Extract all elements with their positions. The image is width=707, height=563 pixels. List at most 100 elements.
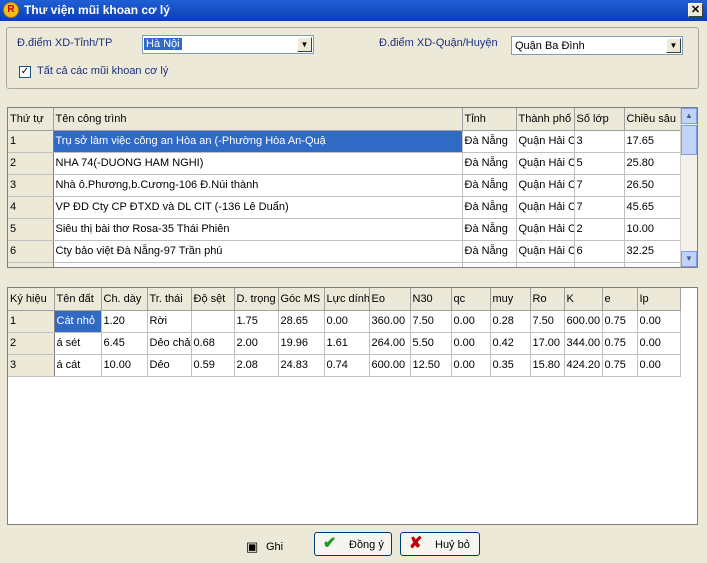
layer-cell[interactable]: 2: [8, 332, 55, 355]
layer-cell[interactable]: 2.00: [234, 332, 279, 355]
city[interactable]: Quận Hải C: [516, 218, 575, 241]
layer-cell[interactable]: 0.75: [602, 310, 638, 333]
table-row[interactable]: 2á sét6.45Dẻo chảy0.682.0019.961.61264.0…: [8, 332, 681, 355]
layer-cell[interactable]: 10.00: [101, 354, 148, 377]
table-row[interactable]: 1 Cát nhỏ 1.20 Rời 1.75 28.65 0.00 360.00 7.50 0.…: [8, 310, 681, 333]
close-button[interactable]: ✕: [688, 3, 703, 17]
layer-cell[interactable]: 1.20: [101, 310, 148, 333]
layers-col-header[interactable]: Ch. dày: [101, 288, 148, 311]
project-name[interactable]: NHA 74(-DUONG HAM NGHI): [53, 152, 463, 175]
project-name[interactable]: Cty bảo việt Đà Nẵng-97 Trần phú: [53, 240, 463, 263]
layer-cell[interactable]: 0.75: [602, 354, 638, 377]
table-row[interactable]: 3á cát 10.00 Dẻo 0.59 2.08 24.83 0.74 600.00 12.…: [8, 354, 681, 377]
province[interactable]: Đà Nẵng: [462, 130, 517, 153]
table-row[interactable]: 6 Cty bảo việt Đà Nẵng-97 Trần phú Đà Nẵng…: [8, 240, 683, 263]
layer-cell[interactable]: 1: [8, 310, 55, 333]
row-number[interactable]: 6: [8, 240, 54, 263]
layer-count[interactable]: 7: [574, 174, 625, 197]
table-row[interactable]: 2 NHA 74(-DUONG HAM NGHI) Đà Nẵng Quận Hải …: [8, 152, 683, 175]
project-name[interactable]: Nhà ô.Phương,b.Cương-106 Đ.Núi thành: [53, 174, 463, 197]
city[interactable]: Quận Hải C: [516, 152, 575, 175]
layer-cell[interactable]: 0.00: [637, 310, 681, 333]
project-name[interactable]: Siêu thị bài thơ Rosa-35 Thái Phiên: [53, 218, 463, 241]
layer-cell[interactable]: 6.45: [101, 332, 148, 355]
row-number[interactable]: 2: [8, 152, 54, 175]
layer-cell[interactable]: 2.08: [234, 354, 279, 377]
scroll-up-icon[interactable]: ▲: [681, 108, 697, 124]
layer-cell[interactable]: Rời: [147, 310, 192, 333]
layers-col-header[interactable]: Eo: [369, 288, 411, 311]
layer-cell[interactable]: 424.20: [564, 354, 603, 377]
layer-count[interactable]: 3: [574, 130, 625, 153]
row-number[interactable]: 3: [8, 174, 54, 197]
layer-count[interactable]: 2: [574, 218, 625, 241]
province[interactable]: Đà Nẵng: [462, 152, 517, 175]
depth[interactable]: 25.80: [624, 152, 683, 175]
project-name[interactable]: [53, 262, 463, 267]
layer-cell[interactable]: 344.00: [564, 332, 603, 355]
layer-cell[interactable]: 7.50: [410, 310, 452, 333]
layer-count[interactable]: 6: [574, 240, 625, 263]
col-header-depth[interactable]: Chiều sâu: [624, 108, 683, 131]
depth[interactable]: 32.25: [624, 240, 683, 263]
layers-col-header[interactable]: Ký hiệu: [8, 288, 55, 311]
layer-cell[interactable]: 12.50: [410, 354, 452, 377]
city[interactable]: Quận Hải C: [516, 196, 575, 219]
table-row[interactable]: 4 VP ĐD Cty CP ĐTXD và DL CIT (-136 Lê Du…: [8, 196, 683, 219]
row-number[interactable]: 1: [8, 130, 54, 153]
layers-col-header[interactable]: N30: [410, 288, 452, 311]
layers-col-header[interactable]: e: [602, 288, 638, 311]
layers-col-header[interactable]: Ro: [530, 288, 565, 311]
cancel-button[interactable]: ✘ Huỷ bỏ: [400, 532, 480, 556]
chevron-down-icon[interactable]: ▼: [297, 37, 312, 52]
district-dropdown[interactable]: Quận Ba Đình ▼: [511, 36, 683, 55]
layers-col-header[interactable]: Góc MS: [278, 288, 325, 311]
scroll-thumb[interactable]: [681, 125, 697, 155]
layer-cell[interactable]: 360.00: [369, 310, 411, 333]
layer-cell[interactable]: 0.00: [451, 332, 491, 355]
layer-cell[interactable]: 264.00: [369, 332, 411, 355]
layer-cell[interactable]: 0.59: [191, 354, 235, 377]
layer-count[interactable]: 7: [574, 196, 625, 219]
province[interactable]: Đà Nẵng: [462, 240, 517, 263]
save-button[interactable]: ▣ Ghi: [238, 535, 296, 559]
layer-cell[interactable]: 3: [8, 354, 55, 377]
layer-cell[interactable]: 600.00: [564, 310, 603, 333]
layers-col-header[interactable]: Lực dính: [324, 288, 370, 311]
layer-cell[interactable]: 17.00: [530, 332, 565, 355]
city[interactable]: [516, 262, 575, 267]
layer-cell[interactable]: 0.00: [637, 354, 681, 377]
chevron-down-icon[interactable]: ▼: [666, 38, 681, 53]
depth[interactable]: 45.65: [624, 196, 683, 219]
layer-cell[interactable]: 0.00: [324, 310, 370, 333]
row-number[interactable]: 7: [8, 262, 54, 267]
layer-count[interactable]: 5: [574, 152, 625, 175]
layer-count[interactable]: [574, 262, 625, 267]
col-header-layers[interactable]: Số lớp: [574, 108, 625, 131]
city[interactable]: Quận Hải C: [516, 240, 575, 263]
table-row[interactable]: 3 Nhà ô.Phương,b.Cương-106 Đ.Núi thành Đà …: [8, 174, 683, 197]
project-name[interactable]: VP ĐD Cty CP ĐTXD và DL CIT (-136 Lê Duẩ…: [53, 196, 463, 219]
boreholes-scrollbar[interactable]: ▲ ▼: [680, 108, 697, 267]
layer-cell[interactable]: 0.75: [602, 332, 638, 355]
layer-cell[interactable]: 0.28: [490, 310, 531, 333]
layer-cell[interactable]: 5.50: [410, 332, 452, 355]
layer-cell[interactable]: 0.74: [324, 354, 370, 377]
layer-cell[interactable]: 15.80: [530, 354, 565, 377]
layer-cell[interactable]: 7.50: [530, 310, 565, 333]
layer-cell[interactable]: 0.00: [451, 354, 491, 377]
province[interactable]: Đà Nẵng: [462, 174, 517, 197]
layers-col-header[interactable]: D. trọng: [234, 288, 279, 311]
layer-cell[interactable]: Dẻo chảy: [147, 332, 192, 355]
layers-col-header[interactable]: Độ sệt: [191, 288, 235, 311]
province[interactable]: Đà Nẵng: [462, 218, 517, 241]
layer-cell[interactable]: 28.65: [278, 310, 325, 333]
layer-cell[interactable]: Dẻo: [147, 354, 192, 377]
depth[interactable]: 10.00: [624, 218, 683, 241]
table-row[interactable]: 5 Siêu thị bài thơ Rosa-35 Thái Phiên Đà N…: [8, 218, 683, 241]
layer-cell[interactable]: 0.68: [191, 332, 235, 355]
row-number[interactable]: 5: [8, 218, 54, 241]
table-row[interactable]: 1 Trụ sở làm việc công an Hòa an (-Phường…: [8, 130, 683, 153]
layer-cell[interactable]: [191, 310, 235, 333]
depth[interactable]: 26.50: [624, 174, 683, 197]
